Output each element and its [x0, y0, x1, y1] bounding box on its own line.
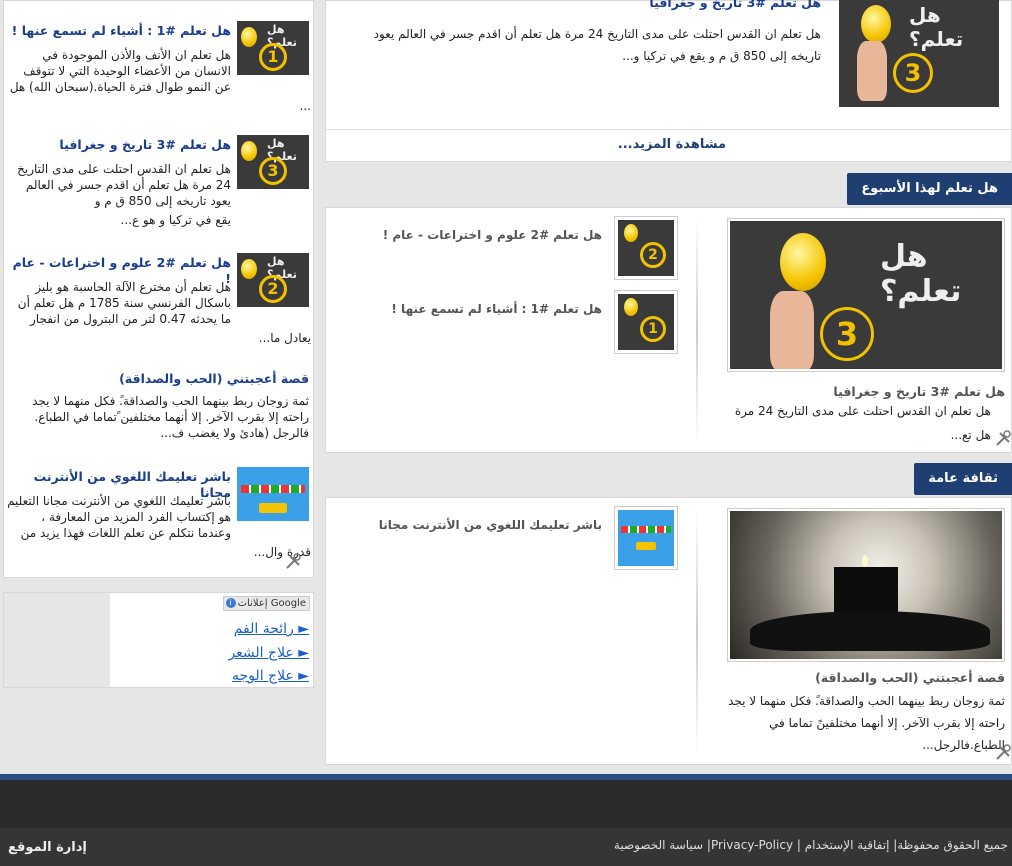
post-thumbnail[interactable]: هل تعلم؟ 2: [237, 253, 309, 307]
google-ads-box: i إعلانات Google ► رائحة الفم ► علاج الش…: [3, 592, 314, 688]
wrench-icon[interactable]: [994, 430, 1012, 448]
sidebar-post-3[interactable]: هل تعلم؟ 2 هل تعلم #2 علوم و اختراعات - …: [4, 247, 315, 351]
flame-shape: [862, 555, 868, 567]
candle-shape: [834, 567, 898, 617]
hand-shape: [770, 291, 814, 369]
latest-post-thumbnail[interactable]: هل تعلم؟ 3: [839, 0, 999, 107]
post-excerpt: هل تعلم ان القدس احتلت على مدى التاريخ 2…: [17, 162, 231, 208]
admin-link[interactable]: إدارة الموقع: [8, 840, 87, 855]
ads-badge-label: إعلانات Google: [237, 598, 306, 609]
lightbulb-icon: [624, 224, 638, 242]
post-more: ...: [299, 99, 311, 113]
mini-thumbnail[interactable]: 2: [614, 216, 678, 280]
section-label-weekly[interactable]: هل تعلم لهذا الأسبوع: [847, 173, 1012, 205]
divider: [326, 129, 1011, 130]
post-more: يعادل ما...: [258, 331, 311, 345]
list-item-title[interactable]: هل تعلم #2 علوم و اختراعات - عام !: [332, 228, 602, 242]
featured-post-more: هل تع...: [950, 428, 991, 442]
see-more-link[interactable]: مشاهدة المزيد...: [326, 137, 726, 152]
thumb-number: 3: [820, 307, 874, 361]
post-excerpt: باشر تعليمك اللغوي من الأنترنت مجانا الت…: [7, 494, 231, 540]
culture-list-item[interactable]: باشر تعليمك اللغوي من الأنترنت مجانا: [326, 506, 686, 572]
hand-shape: [750, 611, 990, 651]
sidebar-post-2[interactable]: هل تعلم؟ 3 هل تعلم #3 تاريخ و جغرافيا هل…: [4, 129, 315, 233]
ad-link-1[interactable]: ► رائحة الفم: [234, 621, 309, 637]
post-more: يقع في تركيا و هو ع...: [120, 213, 231, 227]
wrench-icon[interactable]: [994, 744, 1012, 762]
lightbulb-icon: [780, 233, 826, 291]
column-divider: [696, 508, 698, 756]
weekly-list-item[interactable]: 1 هل تعلم #1 : أشياء لم تسمع عنها !: [326, 290, 686, 356]
thumb-number: 1: [259, 43, 287, 71]
section-label-culture[interactable]: ثقافة عامة: [914, 463, 1012, 495]
post-excerpt: ثمة زوجان ربط بينهما الحب والصداقة.ً فكل…: [32, 394, 309, 440]
post-title[interactable]: قصة أعجبتني (الحب والصداقة): [9, 371, 309, 387]
ads-badge[interactable]: i إعلانات Google: [222, 596, 310, 611]
lightbulb-icon: [241, 141, 257, 161]
featured-post-title[interactable]: هل تعلم #3 تاريخ و جغرافيا: [727, 384, 1005, 399]
post-title[interactable]: هل تعلم #3 تاريخ و جغرافيا: [11, 137, 231, 153]
thumb-number: 2: [640, 242, 666, 268]
featured-thumbnail[interactable]: [727, 508, 1005, 662]
footer: [0, 780, 1012, 828]
sidebar-recent-posts: هل تعلم؟ 1 هل تعلم #1 : أشياء لم تسمع عن…: [3, 0, 314, 578]
sidebar-post-4[interactable]: قصة أعجبتني (الحب والصداقة) ثمة زوجان رب…: [4, 365, 315, 455]
ad-link-3[interactable]: ► علاج الوجه: [232, 668, 309, 684]
hand-shape: [857, 41, 887, 101]
lightbulb-icon: [861, 5, 891, 43]
thumb-button-shape: [259, 503, 287, 513]
culture-widget: قصة أعجبتني (الحب والصداقة) ثمة زوجان رب…: [325, 497, 1012, 765]
post-more: قدرة وال...: [253, 545, 311, 559]
post-excerpt: هل تعلم أن مخترع الآلة الحاسبة هو بليز ب…: [17, 280, 231, 326]
thumb-number: 3: [893, 53, 933, 93]
footer-links[interactable]: جميع الحقوق محفوظة| إتفاقية الإستخدام | …: [614, 838, 1008, 852]
latest-post-block: هل تعلم؟ 3 هل تعلم #3 تاريخ و جغرافيا هل…: [325, 0, 1012, 162]
thumb-number: 1: [640, 316, 666, 342]
latest-post-title[interactable]: هل تعلم #3 تاريخ و جغرافيا: [361, 0, 821, 10]
post-thumbnail[interactable]: [237, 467, 309, 521]
list-item-title[interactable]: باشر تعليمك اللغوي من الأنترنت مجانا: [332, 518, 602, 532]
list-item-title[interactable]: هل تعلم #1 : أشياء لم تسمع عنها !: [332, 302, 602, 316]
post-thumbnail[interactable]: هل تعلم؟ 3: [237, 135, 309, 189]
thumb-chalk-text: هل تعلم؟: [880, 239, 962, 309]
mini-thumbnail[interactable]: 1: [614, 290, 678, 354]
lightbulb-icon: [624, 298, 638, 316]
flags-strip: [621, 526, 671, 533]
sidebar-post-5[interactable]: باشر تعليمك اللغوي من الأنترنت مجانا باش…: [4, 461, 315, 573]
info-icon[interactable]: i: [225, 598, 236, 608]
wrench-icon[interactable]: [284, 553, 302, 571]
lightbulb-icon: [241, 27, 257, 47]
post-title[interactable]: هل تعلم #1 : أشياء لم تسمع عنها !: [11, 23, 231, 39]
featured-thumbnail[interactable]: هل تعلم؟ 3: [727, 218, 1005, 372]
thumb-chalk-text: هل تعلم؟: [909, 3, 964, 51]
latest-post-excerpt: هل تعلم ان القدس احتلت على مدى التاريخ 2…: [373, 27, 821, 63]
weekly-widget: هل تعلم؟ 3 هل تعلم #3 تاريخ و جغرافيا هل…: [325, 207, 1012, 453]
lightbulb-icon: [241, 259, 257, 279]
mini-thumbnail[interactable]: [614, 506, 678, 570]
ad-link-2[interactable]: ► علاج الشعر: [228, 645, 309, 661]
thumb-button-shape: [636, 542, 656, 550]
featured-post-title[interactable]: قصة أعجبتني (الحب والصداقة): [727, 670, 1005, 685]
featured-post-excerpt: هل تعلم ان القدس احتلت على مدى التاريخ 2…: [734, 404, 991, 418]
sidebar-post-1[interactable]: هل تعلم؟ 1 هل تعلم #1 : أشياء لم تسمع عن…: [4, 15, 315, 119]
column-divider: [696, 218, 698, 444]
post-excerpt: هل تعلم ان الأنف والأذن الموجودة في الان…: [9, 48, 231, 94]
flags-strip: [241, 485, 305, 493]
post-thumbnail[interactable]: هل تعلم؟ 1: [237, 21, 309, 75]
thumb-number: 2: [259, 275, 287, 303]
featured-post-excerpt: ثمة زوجان ربط بينهما الحب والصداقة.ً فكل…: [728, 694, 1005, 752]
thumb-number: 3: [259, 157, 287, 185]
ads-blank-area: [4, 593, 110, 687]
weekly-list-item[interactable]: 2 هل تعلم #2 علوم و اختراعات - عام !: [326, 216, 686, 282]
footer-bottom-bar: جميع الحقوق محفوظة| إتفاقية الإستخدام | …: [0, 828, 1012, 866]
